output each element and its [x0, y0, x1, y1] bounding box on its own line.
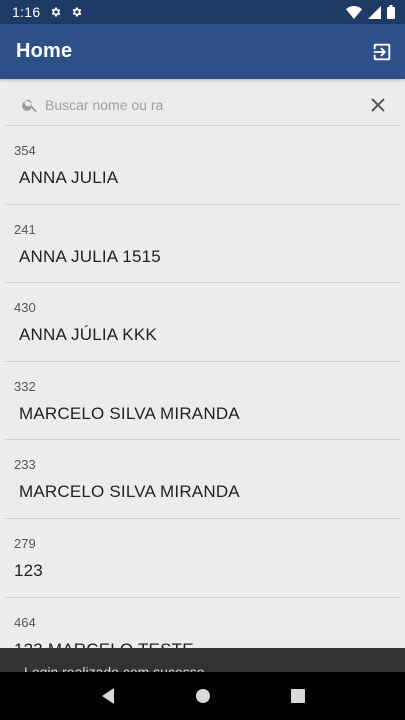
item-name: ANNA JÚLIA KKK	[19, 325, 157, 345]
recents-button[interactable]	[283, 681, 313, 711]
item-name: ANNA JULIA 1515	[19, 246, 161, 266]
recents-icon	[290, 689, 305, 703]
search-input[interactable]	[45, 89, 368, 120]
back-button[interactable]	[93, 681, 123, 711]
settings-icon	[50, 6, 62, 18]
home-button[interactable]	[188, 681, 218, 711]
wifi-icon	[346, 5, 362, 19]
snackbar-message: Login realizado com sucesso	[24, 664, 205, 672]
list-item[interactable]: 354 ANNA JULIA	[5, 126, 400, 205]
settings-icon	[71, 6, 83, 18]
item-code: 279	[14, 535, 36, 551]
item-code: 464	[14, 614, 36, 630]
logout-icon	[373, 43, 391, 60]
item-code: 354	[14, 143, 36, 158]
search-icon	[22, 99, 37, 112]
back-icon	[101, 688, 114, 704]
item-name: ANNA JULIA	[19, 168, 119, 187]
status-bar: 1:16	[0, 0, 405, 24]
item-code: 430	[14, 300, 36, 316]
search-bar	[5, 84, 400, 126]
status-icons	[346, 5, 395, 19]
item-code: 233	[14, 457, 36, 473]
item-code: 241	[14, 221, 36, 237]
list-item[interactable]: 332 MARCELO SILVA MIRANDA	[5, 362, 400, 441]
item-name: 123	[14, 560, 43, 580]
list-item[interactable]: 241 ANNA JULIA 1515	[5, 205, 400, 284]
clear-search-button[interactable]	[368, 95, 388, 115]
student-list: 354 ANNA JULIA 241 ANNA JULIA 1515 430 A…	[5, 126, 400, 648]
snackbar: Login realizado com sucesso	[0, 648, 405, 672]
signal-icon	[368, 5, 381, 19]
item-name: MARCELO SILVA MIRANDA	[19, 403, 240, 423]
logout-button[interactable]	[369, 39, 395, 65]
status-time: 1:16	[12, 4, 41, 20]
app-bar: Home	[0, 24, 405, 79]
item-name: MARCELO SILVA MIRANDA	[19, 482, 240, 502]
list-item[interactable]: 430 ANNA JÚLIA KKK	[5, 283, 400, 362]
battery-icon	[387, 5, 395, 19]
item-name: 123 MARCELO TESTE	[14, 640, 400, 648]
close-icon	[371, 97, 385, 112]
list-item[interactable]: 464 123 MARCELO TESTE	[5, 598, 400, 648]
item-code: 332	[14, 378, 36, 394]
list-item[interactable]: 233 MARCELO SILVA MIRANDA	[5, 440, 400, 519]
page-title: Home	[16, 40, 73, 62]
home-icon	[195, 689, 210, 703]
list-item[interactable]: 279 123	[5, 519, 400, 598]
navigation-bar	[0, 672, 405, 720]
